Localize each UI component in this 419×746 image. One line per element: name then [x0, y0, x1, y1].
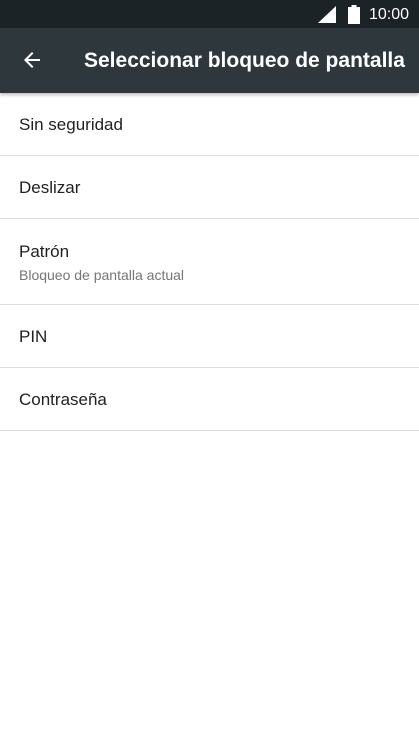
cell-signal-icon [318, 6, 336, 23]
option-label: Deslizar [19, 178, 81, 197]
option-label: Contraseña [19, 390, 107, 409]
lock-options-list: Sin seguridad Deslizar Patrón Bloqueo de… [0, 93, 419, 431]
option-sin-seguridad[interactable]: Sin seguridad [0, 93, 419, 156]
page-title: Seleccionar bloqueo de pantalla [84, 49, 405, 72]
app-toolbar: Seleccionar bloqueo de pantalla [0, 28, 419, 93]
option-contrasena[interactable]: Contraseña [0, 368, 419, 431]
option-label: PIN [19, 327, 48, 346]
option-label: Sin seguridad [19, 115, 123, 134]
option-deslizar[interactable]: Deslizar [0, 156, 419, 219]
status-bar: 10:00 [0, 0, 419, 28]
back-button[interactable] [10, 38, 54, 82]
option-patron[interactable]: Patrón Bloqueo de pantalla actual [0, 219, 419, 305]
arrow-back-icon [24, 52, 40, 68]
option-subtitle: Bloqueo de pantalla actual [19, 267, 185, 283]
status-time: 10:00 [369, 6, 410, 23]
option-pin[interactable]: PIN [0, 305, 419, 368]
option-label: Patrón [19, 242, 70, 261]
battery-icon [348, 5, 360, 24]
